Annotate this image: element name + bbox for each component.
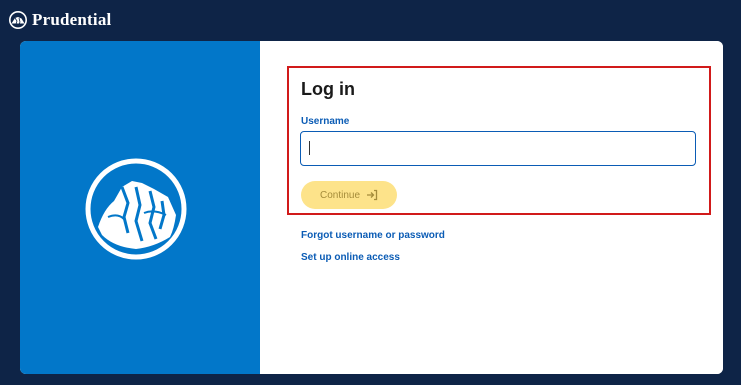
- login-title: Log in: [301, 79, 355, 99]
- username-input[interactable]: [300, 131, 696, 166]
- continue-button[interactable]: Continue: [301, 181, 397, 209]
- username-field[interactable]: [300, 131, 696, 166]
- continue-label: Continue: [319, 189, 361, 201]
- brand-name: Prudential: [32, 10, 112, 29]
- brand-panel: [20, 41, 260, 374]
- login-panel: Log in Username Continue Forgot username…: [260, 41, 723, 374]
- prudential-rock-icon: [9, 11, 27, 29]
- top-bar: Prudential: [0, 0, 741, 38]
- brand-logo[interactable]: Prudential: [8, 10, 111, 30]
- setup-online-access-link[interactable]: Set up online access: [301, 252, 400, 263]
- username-label: Username: [301, 116, 350, 127]
- prudential-rock-logo: [85, 158, 187, 260]
- login-arrow-icon: [367, 189, 378, 201]
- login-card: Log in Username Continue Forgot username…: [20, 41, 723, 374]
- text-cursor: [309, 141, 310, 155]
- forgot-credentials-link[interactable]: Forgot username or password: [301, 230, 445, 241]
